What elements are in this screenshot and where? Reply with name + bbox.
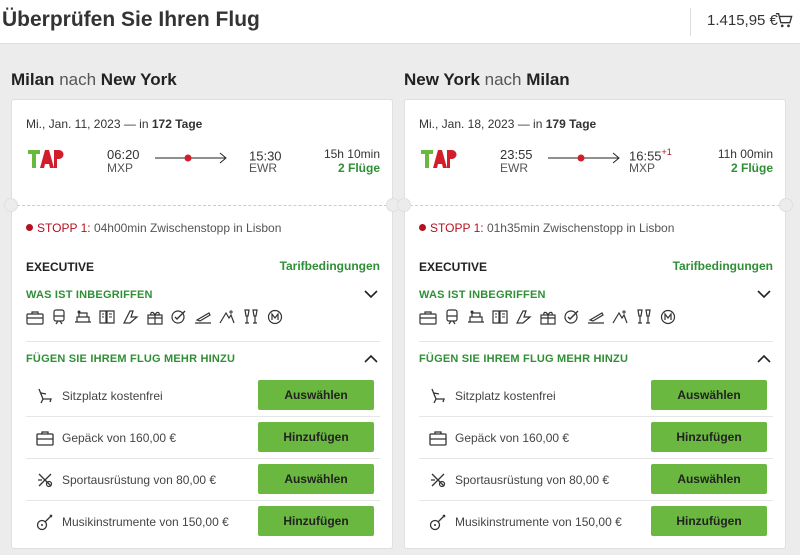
fare-class: EXECUTIVE bbox=[419, 260, 488, 274]
flights-count-link[interactable]: 2 Flüge bbox=[338, 161, 380, 175]
miles-icon bbox=[660, 309, 676, 325]
app-header: Überprüfen Sie Ihren Flug 1.415,95 € bbox=[0, 0, 800, 44]
included-section-title[interactable]: WAS IST INBEGRIFFEN bbox=[26, 289, 153, 301]
included-section-title[interactable]: WAS IST INBEGRIFFEN bbox=[419, 289, 546, 301]
luggage-icon bbox=[36, 431, 54, 446]
upgrade-icon bbox=[219, 310, 235, 324]
addon-row-music: Musikinstrumente von 150,00 € Hinzufügen bbox=[419, 501, 773, 543]
flight-date: Mi., Jan. 11, 2023 — in 172 Tage bbox=[26, 117, 203, 131]
divider bbox=[405, 205, 785, 206]
lounge-icon bbox=[468, 310, 484, 323]
inbound-flight-card: Mi., Jan. 18, 2023 — in 179 Tage 23:55 E… bbox=[397, 99, 793, 549]
seat-icon bbox=[431, 388, 445, 404]
train-icon bbox=[53, 309, 65, 325]
outbound-flight-card: Mi., Jan. 11, 2023 — in 172 Tage 06:20 M… bbox=[4, 99, 400, 549]
guitar-icon bbox=[36, 514, 53, 531]
menu-icon bbox=[492, 310, 508, 324]
add-more-section-title[interactable]: FÜGEN SIE IHREM FLUG MEHR HINZU bbox=[419, 353, 628, 365]
miles-icon bbox=[267, 309, 283, 325]
fare-conditions-link[interactable]: Tarifbedingungen bbox=[673, 259, 773, 273]
total-price: 1.415,95 € bbox=[707, 12, 778, 29]
flights-count-link[interactable]: 2 Flüge bbox=[731, 161, 773, 175]
inbound-route-title: New York nach Milan bbox=[404, 70, 570, 89]
flight-icon bbox=[588, 312, 604, 324]
stopover-info: STOPP 1: 01h35min Zwischenstopp in Lisbo… bbox=[419, 221, 674, 235]
addon-row-seat: Sitzplatz kostenfrei Auswählen bbox=[26, 375, 380, 417]
add-music-instrument-button[interactable]: Hinzufügen bbox=[651, 506, 767, 536]
addon-row-music: Musikinstrumente von 150,00 € Hinzufügen bbox=[26, 501, 380, 543]
addon-row-sport: Sportausrüstung von 80,00 € Auswählen bbox=[26, 459, 380, 501]
chevron-down-icon[interactable] bbox=[757, 289, 771, 299]
addon-row-luggage: Gepäck von 160,00 € Hinzufügen bbox=[419, 417, 773, 459]
arrival-airport: MXP bbox=[629, 161, 656, 175]
add-music-instrument-button[interactable]: Hinzufügen bbox=[258, 506, 374, 536]
departure-airport: MXP bbox=[107, 161, 134, 175]
route-arrow-icon bbox=[155, 152, 227, 164]
divider bbox=[12, 205, 392, 206]
select-sport-equipment-button[interactable]: Auswählen bbox=[258, 464, 374, 494]
stop-dot-icon bbox=[26, 224, 33, 231]
arrival-airport: EWR bbox=[249, 161, 277, 175]
menu-icon bbox=[99, 310, 115, 324]
departure-airport: EWR bbox=[500, 161, 528, 175]
route-arrow-icon bbox=[548, 152, 620, 164]
upgrade-icon bbox=[612, 310, 628, 324]
divider bbox=[26, 341, 380, 342]
guitar-icon bbox=[429, 514, 446, 531]
included-icons bbox=[26, 309, 284, 325]
flight-date: Mi., Jan. 18, 2023 — in 179 Tage bbox=[419, 117, 597, 131]
header-divider bbox=[690, 8, 691, 36]
flight-icon bbox=[195, 312, 211, 324]
lounge-icon bbox=[75, 310, 91, 323]
addon-row-luggage: Gepäck von 160,00 € Hinzufügen bbox=[26, 417, 380, 459]
departure-time: 23:55 bbox=[500, 147, 533, 162]
add-more-section-title[interactable]: FÜGEN SIE IHREM FLUG MEHR HINZU bbox=[26, 353, 235, 365]
departure-time: 06:20 bbox=[107, 147, 140, 162]
add-luggage-button[interactable]: Hinzufügen bbox=[651, 422, 767, 452]
gift-icon bbox=[540, 311, 556, 325]
train-icon bbox=[446, 309, 458, 325]
add-luggage-button[interactable]: Hinzufügen bbox=[258, 422, 374, 452]
stopover-info: STOPP 1: 04h00min Zwischenstopp in Lisbo… bbox=[26, 221, 281, 235]
tap-logo-icon bbox=[421, 150, 457, 168]
ticket-notch bbox=[4, 198, 18, 212]
select-seat-button[interactable]: Auswählen bbox=[651, 380, 767, 410]
sport-equipment-icon bbox=[431, 473, 446, 488]
chevron-down-icon[interactable] bbox=[364, 289, 378, 299]
fast-track-icon bbox=[123, 310, 139, 324]
fast-track-icon bbox=[516, 310, 532, 324]
flight-duration: 15h 10min bbox=[323, 147, 380, 161]
briefcase-icon bbox=[419, 311, 437, 325]
ticket-notch bbox=[397, 198, 411, 212]
tap-logo-icon bbox=[28, 150, 64, 168]
chevron-up-icon[interactable] bbox=[757, 354, 771, 364]
briefcase-icon bbox=[26, 311, 44, 325]
addon-row-sport: Sportausrüstung von 80,00 € Auswählen bbox=[419, 459, 773, 501]
page-title: Überprüfen Sie Ihren Flug bbox=[2, 8, 260, 31]
select-sport-equipment-button[interactable]: Auswählen bbox=[651, 464, 767, 494]
addon-row-seat: Sitzplatz kostenfrei Auswählen bbox=[419, 375, 773, 417]
included-icons bbox=[419, 309, 677, 325]
gift-icon bbox=[147, 311, 163, 325]
fare-conditions-link[interactable]: Tarifbedingungen bbox=[280, 259, 380, 273]
sport-equipment-icon bbox=[38, 473, 53, 488]
cart-icon[interactable] bbox=[775, 11, 793, 29]
drinks-icon bbox=[244, 309, 258, 324]
seat-icon bbox=[38, 388, 52, 404]
outbound-route-title: Milan nach New York bbox=[11, 70, 177, 89]
drinks-icon bbox=[637, 309, 651, 324]
select-seat-button[interactable]: Auswählen bbox=[258, 380, 374, 410]
ticket-notch bbox=[779, 198, 793, 212]
divider bbox=[419, 341, 773, 342]
fare-class: EXECUTIVE bbox=[26, 260, 95, 274]
luggage-icon bbox=[429, 431, 447, 446]
chevron-up-icon[interactable] bbox=[364, 354, 378, 364]
check-icon bbox=[564, 310, 579, 324]
check-icon bbox=[171, 310, 186, 324]
stop-dot-icon bbox=[419, 224, 426, 231]
flight-duration: 11h 00min bbox=[717, 147, 773, 161]
